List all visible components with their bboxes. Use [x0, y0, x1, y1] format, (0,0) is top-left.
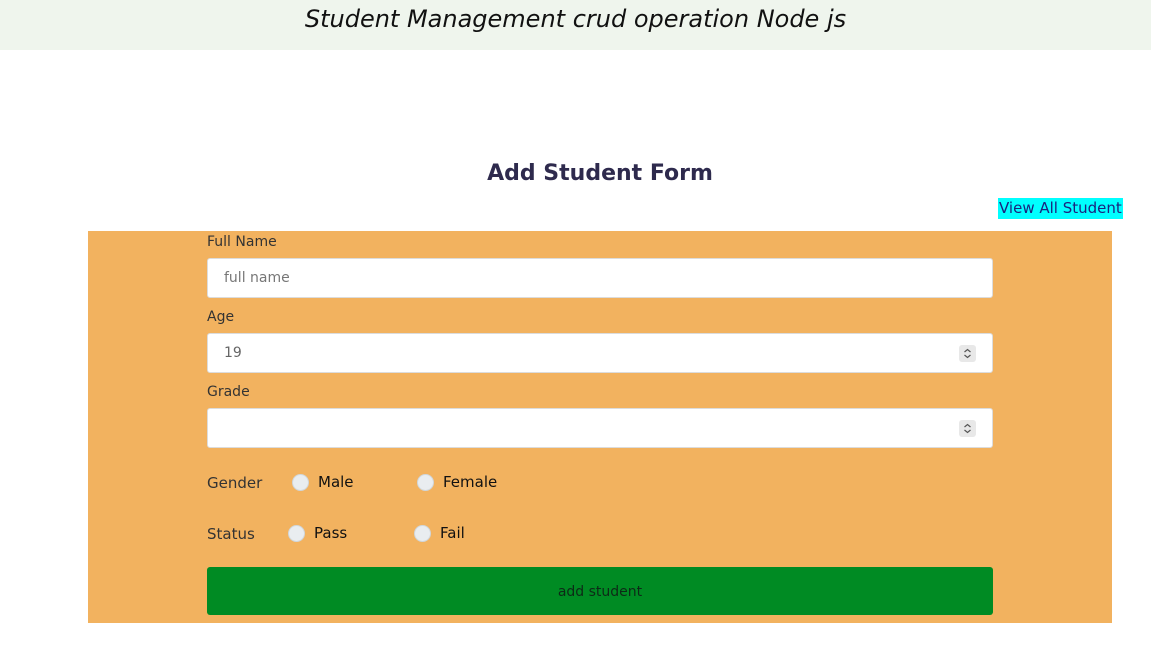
status-option-pass[interactable]: Pass: [288, 523, 347, 543]
page-header-title: Student Management crud operation Node j…: [304, 5, 847, 33]
grade-spinner-icon[interactable]: [959, 420, 976, 437]
radio-circle-icon[interactable]: [292, 473, 309, 491]
age-spinner-icon[interactable]: [959, 345, 976, 362]
form-title: Add Student Form: [487, 161, 713, 186]
grade-label: Grade: [207, 384, 250, 400]
gender-option-female[interactable]: Female: [417, 472, 497, 492]
add-student-form: Full Name Age 19 Grade Gender Male Femal…: [88, 231, 1112, 623]
age-input[interactable]: 19: [207, 333, 993, 373]
full-name-label: Full Name: [207, 234, 277, 250]
radio-circle-icon[interactable]: [417, 473, 434, 491]
age-label: Age: [207, 309, 235, 325]
gender-option-male[interactable]: Male: [292, 472, 354, 492]
add-student-button[interactable]: add student: [207, 567, 993, 615]
age-value: 19: [224, 345, 242, 361]
status-option-label: Fail: [440, 524, 465, 542]
status-option-fail[interactable]: Fail: [414, 523, 465, 543]
status-option-label: Pass: [314, 524, 348, 542]
full-name-input[interactable]: [207, 258, 993, 298]
gender-option-label: Female: [443, 473, 498, 491]
view-all-student-link[interactable]: View All Student: [998, 198, 1123, 219]
radio-circle-icon[interactable]: [414, 524, 431, 542]
radio-circle-icon[interactable]: [288, 524, 305, 542]
gender-label: Gender: [207, 474, 263, 492]
gender-option-label: Male: [318, 473, 354, 491]
grade-input[interactable]: [207, 408, 993, 448]
status-label: Status: [207, 525, 255, 543]
page-header: Student Management crud operation Node j…: [0, 0, 1151, 50]
